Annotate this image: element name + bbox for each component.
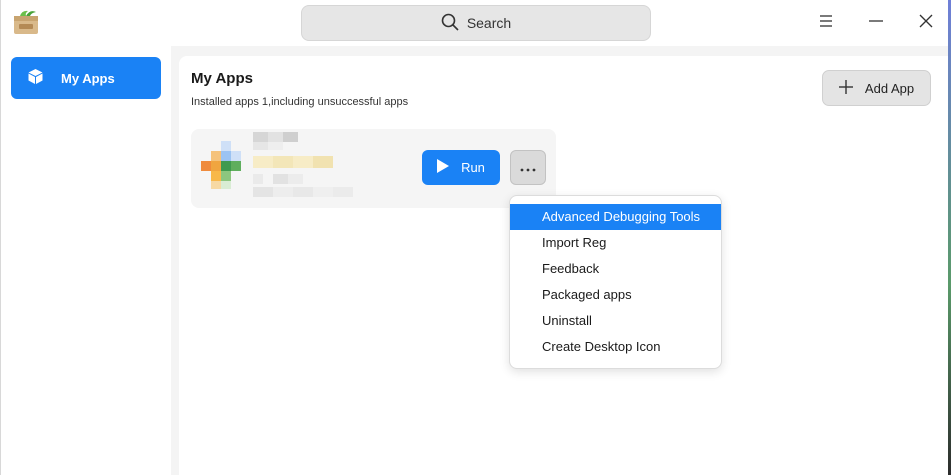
app-logo-icon: [12, 8, 40, 36]
app-card: Run: [191, 129, 556, 208]
search-label: Search: [466, 15, 512, 31]
page-subtitle: Installed apps 1,including unsuccessful …: [191, 96, 409, 108]
search-icon: [441, 13, 459, 34]
menu-item-advanced-debugging-tools[interactable]: Advanced Debugging Tools: [510, 204, 721, 230]
add-app-label: Add App: [864, 80, 915, 96]
plus-icon: [838, 79, 853, 97]
app-icon: [201, 139, 253, 191]
menu-item-import-reg[interactable]: Import Reg: [510, 230, 721, 256]
more-icon: [520, 159, 536, 177]
cube-icon: [27, 68, 44, 88]
minimize-icon: [869, 14, 883, 33]
sidebar-item-my-apps[interactable]: My Apps: [11, 57, 161, 99]
page-title: My Apps: [191, 70, 253, 87]
close-icon: [919, 14, 933, 33]
menu-item-uninstall[interactable]: Uninstall: [510, 308, 721, 334]
minimize-button[interactable]: [861, 8, 891, 38]
context-menu: Advanced Debugging Tools Import Reg Feed…: [509, 195, 722, 369]
menu-icon: [819, 14, 833, 33]
run-button[interactable]: Run: [422, 150, 500, 185]
close-button[interactable]: [911, 8, 941, 38]
app-name-pixelated: [253, 132, 363, 202]
menu-item-feedback[interactable]: Feedback: [510, 256, 721, 282]
play-icon: [437, 159, 450, 176]
menu-button[interactable]: [811, 8, 841, 38]
sidebar: My Apps: [1, 46, 171, 475]
title-bar: Search: [1, 0, 949, 46]
menu-item-create-desktop-icon[interactable]: Create Desktop Icon: [510, 334, 721, 360]
app-window: Search My Apps My Apps Installed apps 1,…: [0, 0, 951, 475]
add-app-button[interactable]: Add App: [822, 70, 931, 106]
menu-item-packaged-apps[interactable]: Packaged apps: [510, 282, 721, 308]
search-box[interactable]: Search: [301, 5, 651, 41]
sidebar-item-label: My Apps: [61, 70, 115, 86]
more-options-button[interactable]: [510, 150, 546, 185]
run-label: Run: [461, 160, 485, 175]
